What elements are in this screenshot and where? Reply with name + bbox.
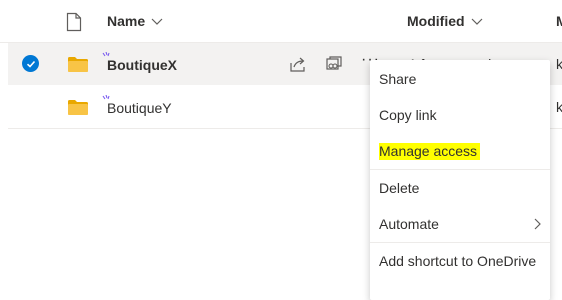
menu-item-label: Manage access <box>379 143 481 160</box>
copy-link-icon[interactable] <box>325 55 343 78</box>
chevron-down-icon[interactable] <box>150 14 164 33</box>
file-type-icon[interactable] <box>66 12 82 37</box>
menu-item-manage-access[interactable]: Manage access <box>370 133 550 169</box>
menu-item-label: Delete <box>379 180 420 196</box>
file-name-link[interactable]: BoutiqueY <box>107 100 172 116</box>
menu-item-copy-link[interactable]: Copy link <box>370 97 550 133</box>
menu-item-label: Copy link <box>379 107 437 123</box>
menu-item-automate[interactable]: Automate <box>370 206 550 242</box>
menu-item-add-shortcut[interactable]: Add shortcut to OneDrive <box>370 243 550 279</box>
context-menu: Share Copy link Manage access Delete Aut… <box>370 60 550 300</box>
modified-by-column-header[interactable]: M <box>556 13 562 29</box>
menu-item-label: Share <box>379 71 417 87</box>
modified-by: k <box>556 56 562 72</box>
chevron-right-icon <box>532 217 542 236</box>
chevron-down-icon[interactable] <box>470 14 484 33</box>
file-name-link[interactable]: BoutiqueX <box>107 57 177 73</box>
folder-icon <box>68 100 88 120</box>
share-icon[interactable] <box>289 55 307 78</box>
column-header-row: Name Modified M <box>0 0 562 43</box>
name-column-header[interactable]: Name <box>107 13 145 29</box>
folder-icon <box>68 57 88 77</box>
menu-item-label: Add shortcut to OneDrive <box>379 253 537 269</box>
menu-item-share[interactable]: Share <box>370 61 550 97</box>
row-checkbox[interactable] <box>22 55 39 72</box>
menu-item-delete[interactable]: Delete <box>370 170 550 206</box>
modified-by: k <box>556 99 562 115</box>
checkmark-icon <box>26 60 35 68</box>
modified-column-header[interactable]: Modified <box>407 13 465 29</box>
menu-item-label: Automate <box>379 216 439 232</box>
